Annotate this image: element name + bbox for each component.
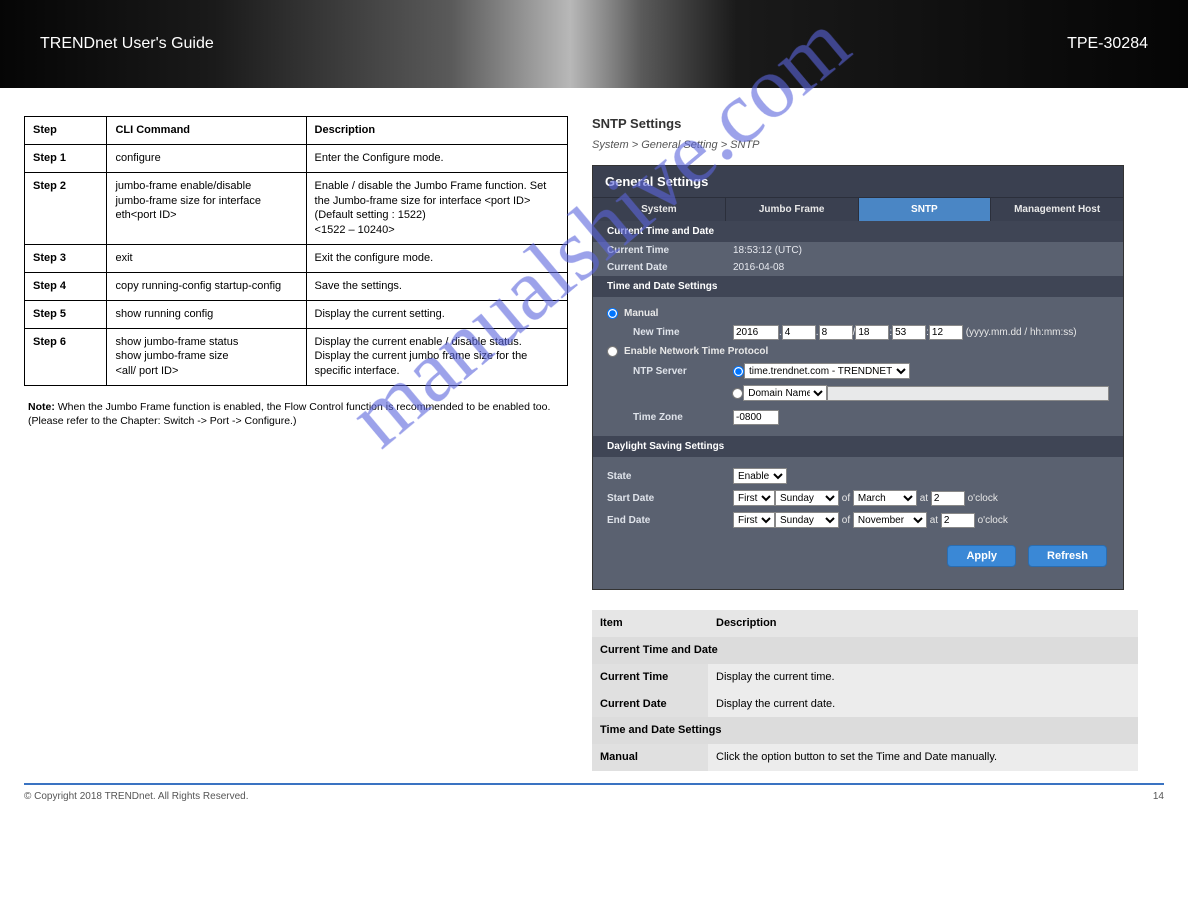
table-row: Step 6 show jumbo-frame status show jumb… [25,328,568,386]
end-day[interactable]: Sunday [775,512,839,528]
domain-name-input[interactable] [827,386,1109,401]
sntp-breadcrumb: System > General Setting > SNTP [592,139,1138,151]
ntp-domain-radio[interactable] [732,388,743,399]
yyyy-input[interactable] [733,325,779,340]
table-row: Step 2 jumbo-frame enable/disable jumbo-… [25,172,568,244]
end-date-label: End Date [607,515,733,526]
new-time-label: New Time [633,327,733,338]
start-day[interactable]: Sunday [775,490,839,506]
hh-input[interactable] [855,325,889,340]
col-cmd: CLI Command [107,117,306,145]
time-date-settings-hdr: Time and Date Settings [593,276,1123,297]
ss-input[interactable] [929,325,963,340]
desc-group-settings: Time and Date Settings [592,717,1138,744]
cli-steps-table: Step CLI Command Description Step 1 conf… [24,116,568,386]
end-ord[interactable]: First [733,512,775,528]
copyright: © Copyright 2018 TRENDnet. All Rights Re… [24,791,249,802]
cur-time-label: Current Time [607,245,733,256]
tz-input[interactable] [733,410,779,425]
manual-radio[interactable] [607,308,618,319]
note-block: Note: When the Jumbo Frame function is e… [24,400,568,428]
note-text: When the Jumbo Frame function is enabled… [28,401,550,427]
desc-table: ItemDescription Current Time and Date Cu… [592,610,1138,771]
tab-sntp[interactable]: SNTP [859,198,992,221]
ntp-server-select[interactable]: time.trendnet.com - TRENDNET [744,363,910,379]
new-time-hint: (yyyy.mm.dd / hh:mm:ss) [966,327,1077,338]
start-hour[interactable] [931,491,965,506]
brand-text: TRENDnet User's Guide [40,35,214,53]
cur-time-value: 18:53:12 (UTC) [733,245,802,256]
current-time-date-hdr: Current Time and Date [593,221,1123,242]
tab-system[interactable]: System [593,198,726,221]
domain-name-select[interactable]: Domain Name [743,385,827,401]
start-month[interactable]: March [853,490,917,506]
panel-title: General Settings [593,166,1123,198]
daylight-hdr: Daylight Saving Settings [593,436,1123,457]
desc-col-item: Item [592,610,708,637]
tab-jumbo[interactable]: Jumbo Frame [726,198,859,221]
ntp-radio[interactable] [607,346,618,357]
model-text: TPE-30284 [1067,35,1148,53]
tz-label: Time Zone [633,412,733,423]
panel-tabs: System Jumbo Frame SNTP Management Host [593,198,1123,221]
cur-date-value: 2016-04-08 [733,262,784,273]
col-step: Step [25,117,107,145]
manual-label: Manual [624,308,658,319]
table-row: Step 1 configure Enter the Configure mod… [25,144,568,172]
start-date-label: Start Date [607,493,733,504]
end-month[interactable]: November [853,512,927,528]
mm-input[interactable] [782,325,816,340]
page-header: TRENDnet User's Guide TPE-30284 [0,0,1188,88]
tab-mgmt-host[interactable]: Management Host [991,198,1123,221]
col-desc: Description [306,117,567,145]
general-settings-panel: General Settings System Jumbo Frame SNTP… [592,165,1124,590]
cur-date-label: Current Date [607,262,733,273]
page-footer: © Copyright 2018 TRENDnet. All Rights Re… [24,783,1164,820]
ntp-preset-radio[interactable] [733,366,744,377]
ntp-label: Enable Network Time Protocol [624,346,768,357]
state-label: State [607,471,733,482]
refresh-button[interactable]: Refresh [1028,545,1107,567]
end-hour[interactable] [941,513,975,528]
apply-button[interactable]: Apply [947,545,1016,567]
table-row: Step 3 exit Exit the configure mode. [25,245,568,273]
table-row: Step 4 copy running-config startup-confi… [25,272,568,300]
desc-group-current: Current Time and Date [592,637,1138,664]
note-label: Note: [28,401,55,413]
mi-input[interactable] [892,325,926,340]
table-row: Step 5 show running config Display the c… [25,300,568,328]
state-select[interactable]: Enable [733,468,787,484]
ntp-server-label: NTP Server [633,366,733,377]
start-ord[interactable]: First [733,490,775,506]
desc-col-desc: Description [708,610,1138,637]
sntp-heading: SNTP Settings [592,116,1138,131]
page-number: 14 [1153,791,1164,802]
dd-input[interactable] [819,325,853,340]
